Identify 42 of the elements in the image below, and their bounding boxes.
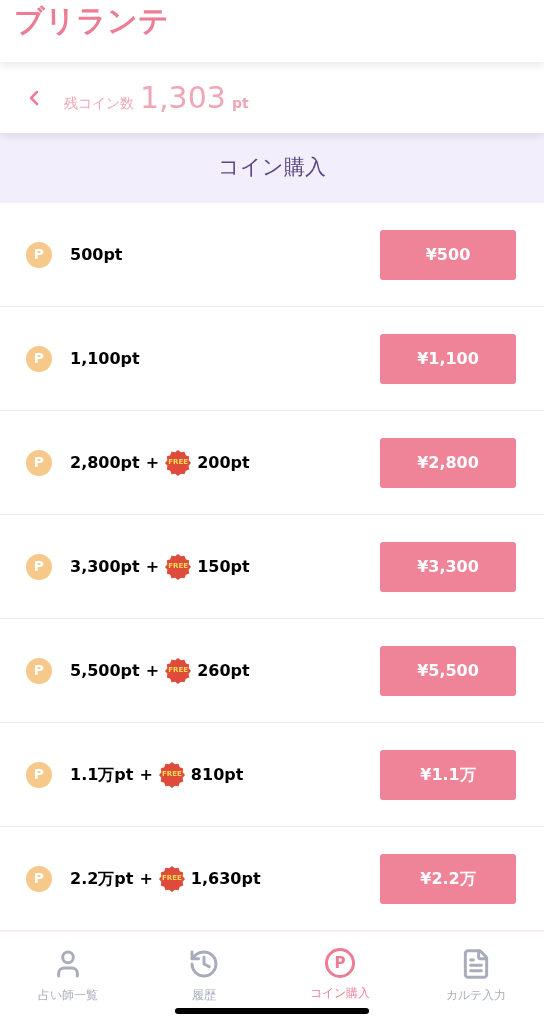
app-logo: ブリランテ <box>14 1 169 40</box>
bonus-points-text: 150pt <box>197 555 250 578</box>
price-button[interactable]: ¥1.1万 <box>380 749 516 800</box>
price-button[interactable]: ¥2.2万 <box>380 853 516 904</box>
points-text: 5,500pt <box>70 659 140 682</box>
points-text: 1,100pt <box>70 347 140 370</box>
price-button[interactable]: ¥5,500 <box>380 645 516 696</box>
bonus-points-text: 200pt <box>197 451 250 474</box>
coin-icon: P <box>26 657 52 684</box>
points-text: 3,300pt <box>70 555 140 578</box>
points-text: 2,800pt <box>70 451 140 474</box>
price-button[interactable]: ¥1,100 <box>380 333 516 384</box>
points-text: 2.2万pt <box>70 867 134 890</box>
coin-icon: P <box>325 948 355 978</box>
coin-icon: P <box>26 865 52 892</box>
bonus-points-text: 260pt <box>197 659 250 682</box>
price-button[interactable]: ¥3,300 <box>380 541 516 592</box>
points-text: 1.1万pt <box>70 763 134 786</box>
tab[interactable]: P コイン購入 <box>280 948 400 1004</box>
tab[interactable]: 履歴 <box>144 948 264 1004</box>
bonus-points-text: 810pt <box>190 763 244 786</box>
coin-icon: P <box>26 761 52 788</box>
balance-label: 残コイン数 <box>64 94 134 113</box>
coin-icon: P <box>26 241 52 268</box>
tab[interactable]: 占い師一覧 <box>8 948 128 1004</box>
price-button[interactable]: ¥2,800 <box>380 437 516 488</box>
balance-unit: pt <box>231 94 249 113</box>
balance-amount: 1,303 <box>140 79 226 117</box>
plus-sign: + <box>145 555 160 578</box>
coin-icon: P <box>26 345 52 372</box>
plus-sign: + <box>145 659 160 682</box>
plus-sign: + <box>145 451 160 474</box>
bonus-points-text: 1,630pt <box>190 867 261 890</box>
coin-icon: P <box>26 553 52 580</box>
history-icon <box>188 948 220 980</box>
price-button[interactable]: ¥500 <box>380 229 516 280</box>
plus-sign: + <box>139 867 153 890</box>
points-text: 500pt <box>70 243 123 266</box>
page-title: コイン購入 <box>218 154 326 182</box>
coin-icon: P <box>26 449 52 476</box>
tab[interactable]: カルテ入力 <box>416 948 536 1004</box>
plus-sign: + <box>139 763 153 786</box>
